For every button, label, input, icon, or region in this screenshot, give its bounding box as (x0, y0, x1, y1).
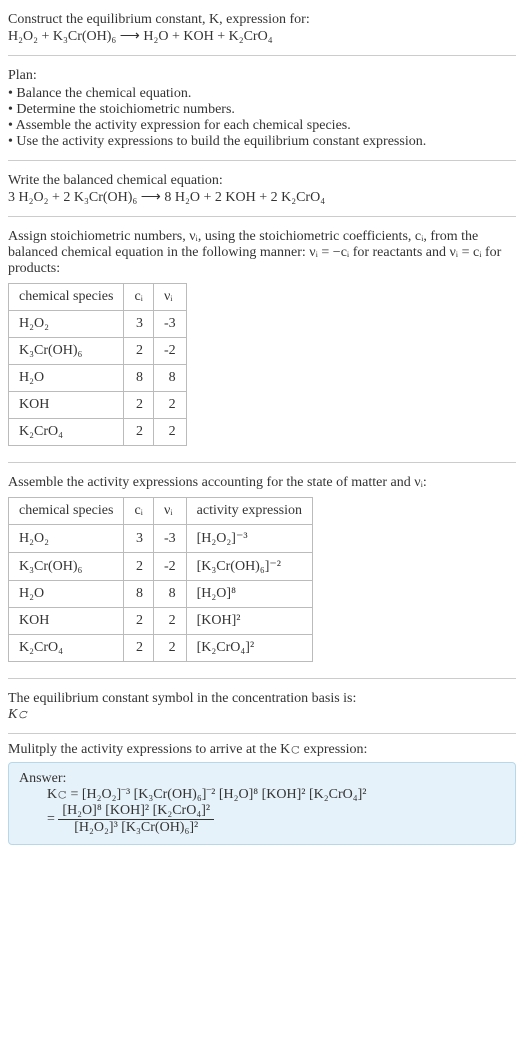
table-row: H₂O 8 8 [H₂O]⁸ (9, 581, 313, 608)
balanced-heading: Write the balanced chemical equation: (8, 173, 516, 189)
answer-fraction: [H₂O]⁸ [KOH]² [K₂CrO₄]² [H₂O₂]³ [K₃Cr(OH… (58, 803, 214, 836)
table-header: νᵢ (153, 284, 186, 311)
activity-table: chemical species cᵢ νᵢ activity expressi… (8, 497, 313, 662)
plan-item: Use the activity expressions to build th… (8, 134, 516, 150)
table-header: cᵢ (124, 498, 154, 525)
plan-item: Determine the stoichiometric numbers. (8, 102, 516, 118)
activity-section: Assemble the activity expressions accoun… (8, 471, 516, 679)
table-cell: 8 (153, 365, 186, 392)
table-cell: K₂CrO₄ (9, 635, 124, 662)
stoich-section: Assign stoichiometric numbers, νᵢ, using… (8, 225, 516, 463)
table-header: chemical species (9, 498, 124, 525)
multiply-section: Mulitply the activity expressions to arr… (8, 742, 516, 845)
table-cell: 2 (124, 608, 154, 635)
multiply-text: Mulitply the activity expressions to arr… (8, 742, 516, 758)
answer-line2: = [H₂O]⁸ [KOH]² [K₂CrO₄]² [H₂O₂]³ [K₃Cr(… (19, 803, 505, 836)
table-cell: 8 (153, 581, 186, 608)
table-cell: [K₃Cr(OH)₆]⁻² (186, 553, 312, 581)
answer-frac-num: [H₂O]⁸ [KOH]² [K₂CrO₄]² (58, 803, 214, 820)
plan-section: Plan: Balance the chemical equation. Det… (8, 64, 516, 161)
table-cell: KOH (9, 608, 124, 635)
table-row: KOH 2 2 [KOH]² (9, 608, 313, 635)
table-cell: 2 (153, 419, 186, 446)
table-row: K₃Cr(OH)₆ 2 -2 [K₃Cr(OH)₆]⁻² (9, 553, 313, 581)
table-row: H₂O₂ 3 -3 [H₂O₂]⁻³ (9, 525, 313, 553)
table-cell: 2 (124, 553, 154, 581)
intro-line1: Construct the equilibrium constant, K, e… (8, 12, 516, 28)
table-row: K₃Cr(OH)₆ 2 -2 (9, 338, 187, 365)
table-header: cᵢ (124, 284, 154, 311)
answer-box: Answer: K𝚌 = [H₂O₂]⁻³ [K₃Cr(OH)₆]⁻² [H₂O… (8, 762, 516, 845)
activity-text: Assemble the activity expressions accoun… (8, 475, 516, 491)
table-cell: 2 (124, 338, 154, 365)
intro-section: Construct the equilibrium constant, K, e… (8, 8, 516, 56)
table-cell: KOH (9, 392, 124, 419)
table-row: K₂CrO₄ 2 2 (9, 419, 187, 446)
table-cell: H₂O (9, 365, 124, 392)
answer-label: Answer: (19, 771, 505, 787)
table-header-row: chemical species cᵢ νᵢ (9, 284, 187, 311)
answer-line1: K𝚌 = [H₂O₂]⁻³ [K₃Cr(OH)₆]⁻² [H₂O]⁸ [KOH]… (19, 787, 505, 803)
table-cell: [H₂O]⁸ (186, 581, 312, 608)
table-cell: 8 (124, 365, 154, 392)
symbol-line2: K𝚌 (8, 707, 516, 723)
table-cell: -2 (153, 553, 186, 581)
table-cell: 2 (153, 392, 186, 419)
table-cell: 8 (124, 581, 154, 608)
table-header: chemical species (9, 284, 124, 311)
symbol-section: The equilibrium constant symbol in the c… (8, 687, 516, 734)
answer-frac-den: [H₂O₂]³ [K₃Cr(OH)₆]² (58, 820, 214, 836)
table-cell: H₂O₂ (9, 311, 124, 338)
table-cell: [K₂CrO₄]² (186, 635, 312, 662)
table-cell: -3 (153, 525, 186, 553)
table-cell: 2 (124, 392, 154, 419)
table-row: H₂O 8 8 (9, 365, 187, 392)
balanced-equation: 3 H₂O₂ + 2 K₃Cr(OH)₆ ⟶ 8 H₂O + 2 KOH + 2… (8, 189, 516, 206)
stoich-table: chemical species cᵢ νᵢ H₂O₂ 3 -3 K₃Cr(OH… (8, 283, 187, 446)
plan-heading: Plan: (8, 68, 516, 84)
table-row: H₂O₂ 3 -3 (9, 311, 187, 338)
balanced-section: Write the balanced chemical equation: 3 … (8, 169, 516, 217)
intro-equation: H₂O₂ + K₃Cr(OH)₆ ⟶ H₂O + KOH + K₂CrO₄ (8, 28, 516, 45)
table-header: νᵢ (153, 498, 186, 525)
plan-list: Balance the chemical equation. Determine… (8, 86, 516, 150)
plan-item: Assemble the activity expression for eac… (8, 118, 516, 134)
table-header-row: chemical species cᵢ νᵢ activity expressi… (9, 498, 313, 525)
table-cell: -3 (153, 311, 186, 338)
table-cell: K₃Cr(OH)₆ (9, 553, 124, 581)
table-cell: 2 (124, 419, 154, 446)
table-cell: 2 (124, 635, 154, 662)
table-cell: -2 (153, 338, 186, 365)
table-row: K₂CrO₄ 2 2 [K₂CrO₄]² (9, 635, 313, 662)
answer-equals: = (47, 812, 55, 827)
table-cell: 2 (153, 608, 186, 635)
table-cell: H₂O₂ (9, 525, 124, 553)
table-cell: K₂CrO₄ (9, 419, 124, 446)
table-cell: [KOH]² (186, 608, 312, 635)
table-cell: [H₂O₂]⁻³ (186, 525, 312, 553)
table-cell: 3 (124, 311, 154, 338)
table-cell: H₂O (9, 581, 124, 608)
table-cell: 3 (124, 525, 154, 553)
table-cell: K₃Cr(OH)₆ (9, 338, 124, 365)
table-row: KOH 2 2 (9, 392, 187, 419)
stoich-text: Assign stoichiometric numbers, νᵢ, using… (8, 229, 516, 277)
table-header: activity expression (186, 498, 312, 525)
plan-item: Balance the chemical equation. (8, 86, 516, 102)
table-cell: 2 (153, 635, 186, 662)
symbol-line1: The equilibrium constant symbol in the c… (8, 691, 516, 707)
